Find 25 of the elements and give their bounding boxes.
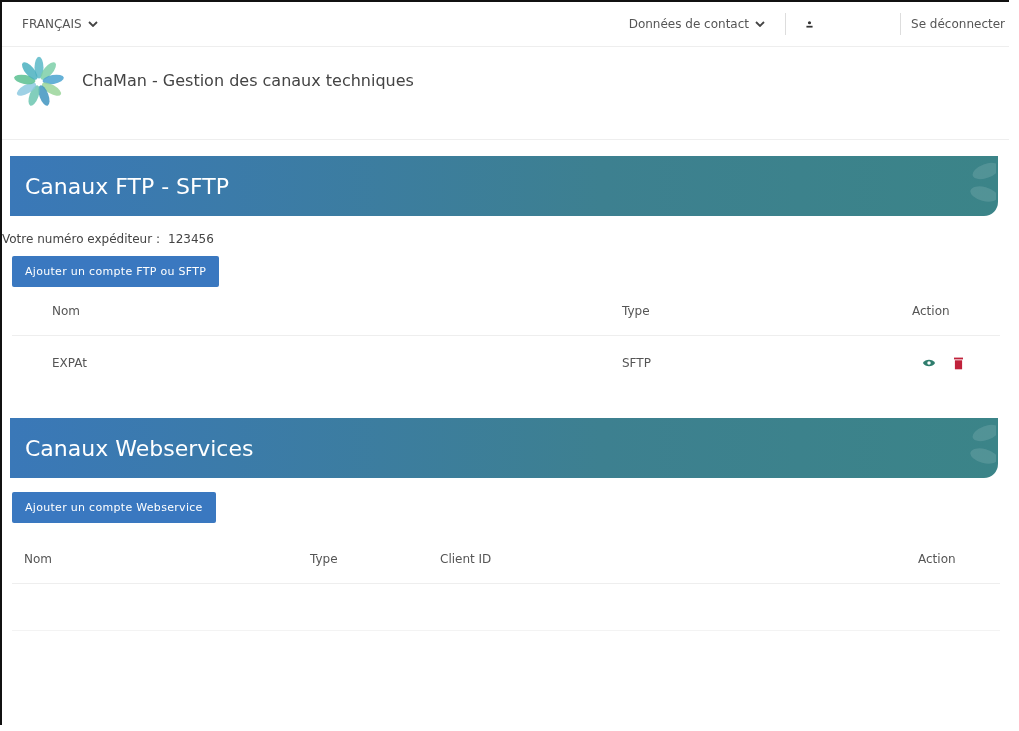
language-menu[interactable]: FRANÇAIS xyxy=(22,17,98,31)
table-cell-text: EXPAt xyxy=(52,356,88,370)
add-account-button[interactable]: Ajouter un compte FTP ou SFTP xyxy=(12,256,220,287)
add-account-button[interactable]: Ajouter un compte Webservice xyxy=(12,492,216,523)
column-header: Action xyxy=(918,552,957,566)
section-title: Canaux FTP - SFTP xyxy=(24,173,230,199)
view-eye-icon[interactable] xyxy=(922,358,936,368)
column-header: Nom xyxy=(52,304,81,318)
user-icon[interactable] xyxy=(804,19,815,29)
table-cell-text: SFTP xyxy=(622,356,652,370)
column-header: Nom xyxy=(24,552,53,566)
column-header: Client ID xyxy=(440,552,493,566)
logout-link[interactable]: Se déconnecter xyxy=(911,17,1005,31)
column-header: Action xyxy=(912,304,951,318)
sender-label: Votre numéro expéditeur : xyxy=(2,232,160,246)
trash-icon[interactable] xyxy=(954,356,963,370)
app-title: ChaMan - Gestion des canaux techniques xyxy=(82,71,414,90)
section-title: Canaux Webservices xyxy=(24,435,254,461)
column-header: Type xyxy=(310,552,339,566)
contact-menu[interactable]: Données de contact xyxy=(628,17,766,31)
chevron-down-icon xyxy=(755,21,766,27)
column-header: Type xyxy=(622,304,651,318)
sender-number: 123456 xyxy=(168,232,214,246)
chevron-down-icon xyxy=(87,21,98,27)
leaf-logo-icon xyxy=(12,55,66,109)
